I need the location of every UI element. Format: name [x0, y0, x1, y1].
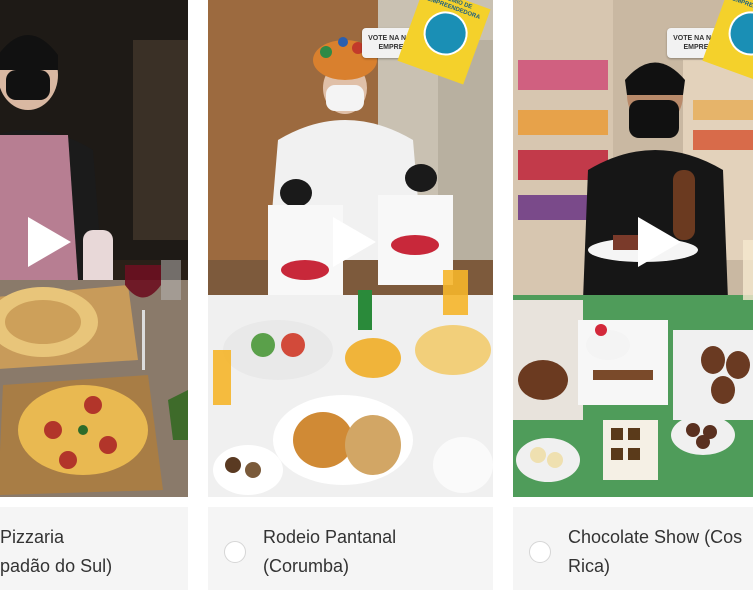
video-card-rodeio-pantanal[interactable]: VOTE NA NOSSA EMPRESA! PRÊMIO DE EMPREEN…	[208, 0, 493, 590]
card-caption: Chocolate Show (Cos Rica)	[513, 507, 753, 590]
business-name: Rodeio Pantanal (Corumba)	[263, 527, 397, 576]
video-card-pizzaria[interactable]: Pizzaria padão do Sul)	[0, 0, 188, 590]
play-icon	[637, 217, 681, 267]
video-thumbnail[interactable]: VOTE NA NOSSA EMPRESA! PRÊMIO DE EMPREEN…	[208, 0, 493, 497]
vote-radio[interactable]	[224, 541, 246, 563]
award-icon	[722, 5, 753, 62]
play-icon	[332, 217, 376, 267]
card-caption: Pizzaria padão do Sul)	[0, 507, 188, 590]
play-button[interactable]	[626, 212, 686, 272]
video-thumbnail[interactable]	[0, 0, 188, 497]
business-name: Chocolate Show (Cos Rica)	[568, 527, 743, 576]
play-button[interactable]	[321, 212, 381, 272]
card-caption: Rodeio Pantanal (Corumba)	[208, 507, 493, 590]
video-card-chocolate-show[interactable]: VOTE NA NOSSA EMPRESA! PRÊMIO DE EMPREEN…	[513, 0, 753, 590]
business-name: Pizzaria padão do Sul)	[0, 527, 113, 576]
video-thumbnail[interactable]: VOTE NA NOSSA EMPRESA! PRÊMIO DE EMPREEN…	[513, 0, 753, 497]
video-carousel: Pizzaria padão do Sul) VOTE NA NOSSA EMP…	[0, 0, 753, 590]
play-button[interactable]	[16, 212, 76, 272]
play-icon	[27, 217, 71, 267]
vote-radio[interactable]	[529, 541, 551, 563]
